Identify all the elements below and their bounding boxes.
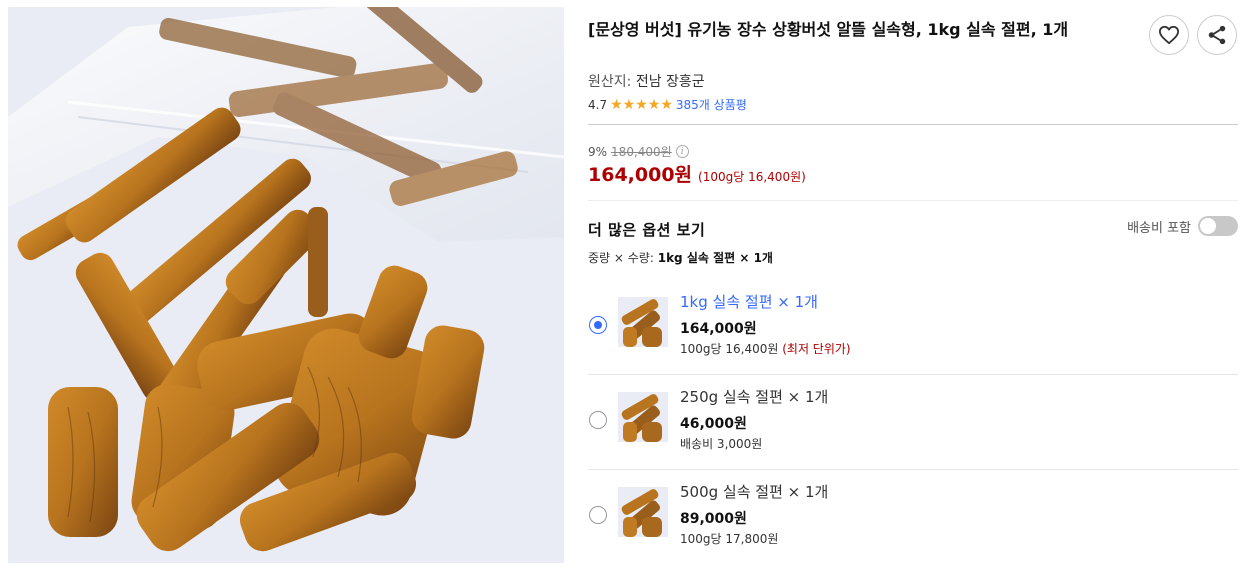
option-name: 500g 실속 절편 × 1개 [680,483,829,501]
star-icon: ★ [635,96,648,113]
shipping-toggle-label: 배송비 포함 [1127,220,1191,236]
star-icon: ★ [622,96,636,113]
divider [588,200,1238,201]
option-thumbnail [618,297,668,347]
option-thumbnail [618,487,668,537]
option-unit-price: 100g당 17,800원 [680,532,779,546]
option-summary: 중량 × 수량: 1kg 실속 절편 × 1개 [588,249,773,266]
option-radio[interactable] [589,316,607,334]
rating-stars: ★ ★ ★ ★ ★ [610,98,673,112]
option-list: 1kg 실속 절편 × 1개 164,000원 100g당 16,400원 (최… [588,280,1238,565]
product-info-panel: [문상영 버섯] 유기농 장수 상황버섯 알뜰 실속형, 1kg 실속 절편, … [588,0,1238,570]
option-unit-price: 100g당 16,400원 [680,342,779,356]
option-item-1kg[interactable]: 1kg 실속 절편 × 1개 164,000원 100g당 16,400원 (최… [588,280,1238,375]
divider [588,124,1238,125]
sale-price: 164,000원 [588,164,693,186]
lowest-unit-badge: (최저 단위가) [782,342,851,356]
discount-rate: 9% [588,144,608,159]
option-subtext: 배송비 3,000원 [680,435,762,452]
original-price-row: 9% 180,400원 i [588,143,689,160]
star-icon: ★ [610,96,623,113]
option-radio[interactable] [589,411,607,429]
option-price: 46,000원 [680,416,747,432]
shipping-included-toggle[interactable]: 배송비 포함 [1127,216,1238,236]
favorite-button[interactable] [1149,15,1189,55]
product-image[interactable] [8,7,564,563]
heart-icon [1158,25,1179,45]
option-summary-label: 중량 × 수량: [588,251,654,265]
option-price: 89,000원 [680,511,747,527]
review-count-link[interactable]: 385개 상품평 [676,96,747,113]
star-icon: ★ [660,96,673,113]
rating-score: 4.7 [588,97,608,112]
option-radio[interactable] [589,506,607,524]
share-button[interactable] [1197,15,1237,55]
option-thumbnail [618,392,668,442]
origin-value: 전남 장흥군 [635,74,705,90]
product-title: [문상영 버섯] 유기농 장수 상황버섯 알뜰 실속형, 1kg 실속 절편, … [588,20,1069,39]
option-subtext: 100g당 17,800원 [680,530,778,547]
rating-row: 4.7 ★ ★ ★ ★ ★ 385개 상품평 [588,96,747,113]
option-name: 1kg 실속 절편 × 1개 [680,293,818,311]
original-price: 180,400원 [611,145,672,159]
option-subtext: 100g당 16,400원 (최저 단위가) [680,340,851,357]
share-icon [1208,25,1226,45]
option-item-500g[interactable]: 500g 실속 절편 × 1개 89,000원 100g당 17,800원 [588,470,1238,565]
origin-label: 원산지: [588,74,632,90]
option-price: 164,000원 [680,321,757,337]
info-icon[interactable]: i [675,145,689,158]
unit-price: (100g당 16,400원) [698,170,806,184]
origin-info: 원산지: 전남 장흥군 [588,71,705,91]
sale-price-row: 164,000원 (100g당 16,400원) [588,160,806,187]
option-shipping-fee: 배송비 3,000원 [680,437,763,451]
star-icon: ★ [647,96,661,113]
more-options-heading: 더 많은 옵션 보기 [588,221,706,239]
option-item-250g[interactable]: 250g 실속 절편 × 1개 46,000원 배송비 3,000원 [588,375,1238,470]
toggle-knob [1200,218,1216,234]
toggle-switch[interactable] [1198,216,1238,236]
option-summary-value: 1kg 실속 절편 × 1개 [657,251,773,265]
option-name: 250g 실속 절편 × 1개 [680,388,829,406]
